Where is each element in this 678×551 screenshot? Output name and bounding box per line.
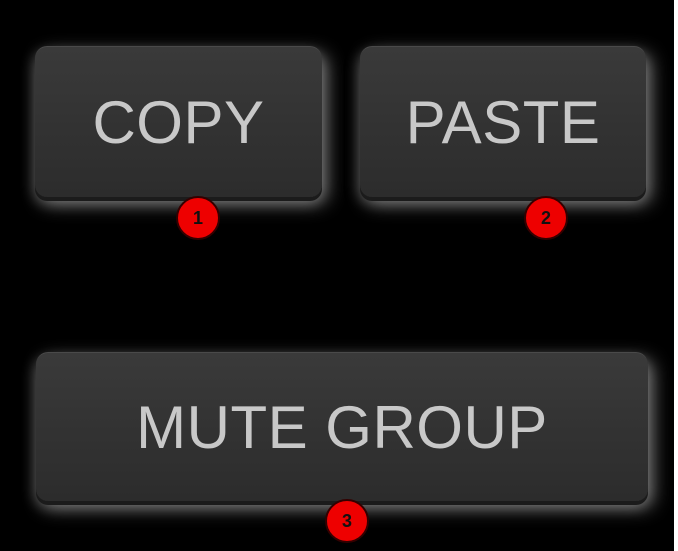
copy-button[interactable]: COPY bbox=[35, 46, 322, 197]
annotation-marker-1: 1 bbox=[176, 196, 220, 240]
annotation-marker-2: 2 bbox=[524, 196, 568, 240]
control-panel: COPY PASTE MUTE GROUP 1 2 3 bbox=[0, 0, 674, 551]
mute-group-button[interactable]: MUTE GROUP bbox=[36, 352, 648, 501]
paste-button[interactable]: PASTE bbox=[360, 46, 646, 197]
annotation-marker-3: 3 bbox=[325, 499, 369, 543]
